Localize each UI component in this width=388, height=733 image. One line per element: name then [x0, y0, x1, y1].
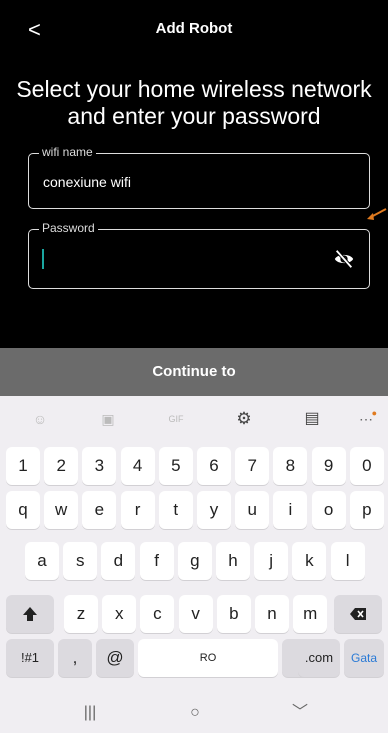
recent-apps-icon[interactable]: ||| — [75, 700, 105, 726]
key-4[interactable]: 4 — [120, 447, 155, 485]
key-g[interactable]: g — [177, 542, 212, 580]
space-key[interactable]: RO — [138, 639, 278, 677]
keyboard-toolbar: ☺ ▣ GIF ⚙ ▤ ⋯ ● — [0, 396, 388, 440]
comma-key[interactable]: , — [58, 639, 92, 677]
header: < Add Robot — [0, 0, 388, 64]
key-t[interactable]: t — [158, 491, 193, 529]
backspace-key[interactable] — [334, 595, 382, 633]
shift-icon — [23, 607, 37, 621]
key-p[interactable]: p — [349, 491, 384, 529]
go-key[interactable]: Gata — [344, 639, 384, 677]
key-7[interactable]: 7 — [235, 447, 270, 485]
back-nav-icon[interactable]: ﹀ — [285, 700, 315, 726]
key-a[interactable]: a — [25, 542, 59, 580]
key-z[interactable]: z — [64, 595, 98, 633]
add-robot-screen: < Add Robot Select your home wireless ne… — [0, 0, 388, 733]
key-q[interactable]: q — [6, 491, 40, 529]
key-1[interactable]: 1 — [6, 447, 40, 485]
wifi-name-value: conexiune wifi — [43, 174, 131, 190]
dotcom-key[interactable]: .com — [298, 639, 340, 677]
instruction-heading: Select your home wireless network and en… — [16, 76, 372, 129]
key-8[interactable]: 8 — [273, 447, 308, 485]
key-x[interactable]: x — [102, 595, 137, 633]
key-0[interactable]: 0 — [349, 447, 384, 485]
key-f[interactable]: f — [139, 542, 174, 580]
key-6[interactable]: 6 — [197, 447, 231, 485]
key-l[interactable]: l — [330, 542, 365, 580]
system-navigation-bar: ||| ○ ﹀ — [0, 696, 388, 733]
key-o[interactable]: o — [311, 491, 346, 529]
key-h[interactable]: h — [216, 542, 250, 580]
home-icon[interactable]: ○ — [180, 700, 210, 726]
backspace-icon — [350, 608, 366, 620]
key-2[interactable]: 2 — [44, 447, 79, 485]
key-v[interactable]: v — [178, 595, 213, 633]
key-m[interactable]: m — [293, 595, 328, 633]
key-b[interactable]: b — [216, 595, 251, 633]
key-3[interactable]: 3 — [82, 447, 117, 485]
key-r[interactable]: r — [120, 491, 155, 529]
key-y[interactable]: y — [197, 491, 231, 529]
clipboard-icon[interactable]: ▤ — [301, 408, 323, 430]
gear-icon[interactable]: ⚙ — [233, 408, 255, 430]
page-title: Add Robot — [155, 20, 233, 37]
key-i[interactable]: i — [273, 491, 308, 529]
more-icon[interactable]: ⋯ ● — [355, 408, 377, 430]
password-field[interactable]: Password — [28, 221, 370, 289]
key-c[interactable]: c — [140, 595, 175, 633]
shift-key[interactable] — [6, 595, 54, 633]
key-u[interactable]: u — [235, 491, 270, 529]
on-screen-keyboard: ☺ ▣ GIF ⚙ ▤ ⋯● !#1 , @ RO . .com Gata ||… — [0, 396, 388, 733]
key-k[interactable]: k — [292, 542, 327, 580]
wifi-name-label: wifi name — [39, 145, 96, 159]
sticker-icon[interactable]: ▣ — [97, 408, 119, 430]
arrow-icon — [367, 208, 387, 220]
key-w[interactable]: w — [44, 491, 79, 529]
continue-button[interactable]: Continue to — [0, 348, 388, 396]
key-e[interactable]: e — [82, 491, 117, 529]
key-j[interactable]: j — [254, 542, 289, 580]
key-d[interactable]: d — [101, 542, 136, 580]
emoji-icon[interactable]: ☺ — [29, 408, 51, 430]
gif-icon[interactable]: GIF — [165, 408, 187, 430]
at-key[interactable]: @ — [96, 639, 134, 677]
eye-off-icon[interactable] — [333, 248, 355, 270]
key-s[interactable]: s — [63, 542, 98, 580]
key-9[interactable]: 9 — [311, 447, 346, 485]
key-5[interactable]: 5 — [158, 447, 193, 485]
wifi-name-field[interactable]: wifi name conexiune wifi — [28, 145, 370, 209]
spacer — [0, 300, 388, 348]
key-n[interactable]: n — [255, 595, 289, 633]
text-cursor — [42, 249, 44, 269]
password-label: Password — [39, 221, 98, 235]
symbols-key[interactable]: !#1 — [6, 639, 54, 677]
